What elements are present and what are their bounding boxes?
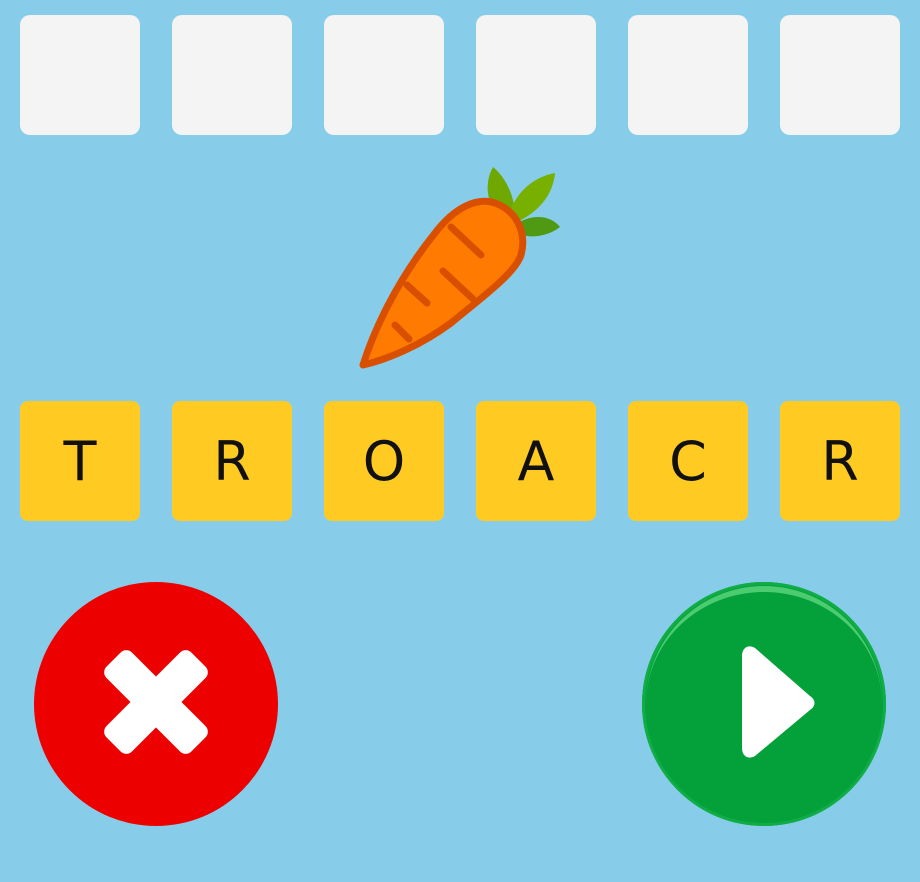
tile-letter: A <box>517 430 555 493</box>
letter-tile[interactable]: R <box>172 401 292 521</box>
letter-tile[interactable]: R <box>780 401 900 521</box>
letter-tile[interactable]: O <box>324 401 444 521</box>
tile-letter: R <box>821 430 859 493</box>
answer-slot[interactable] <box>324 15 444 135</box>
letter-tile[interactable]: C <box>628 401 748 521</box>
tile-letter: C <box>669 430 707 493</box>
answer-slot[interactable] <box>628 15 748 135</box>
letter-tiles: T R O A C R <box>20 401 900 521</box>
letter-tile[interactable]: A <box>476 401 596 521</box>
answer-slot[interactable] <box>780 15 900 135</box>
close-icon <box>34 580 278 828</box>
play-icon <box>642 580 886 828</box>
answer-slots <box>20 15 900 135</box>
clear-button[interactable] <box>34 582 278 826</box>
carrot-icon <box>355 163 570 375</box>
submit-button[interactable] <box>642 582 886 826</box>
answer-slot[interactable] <box>20 15 140 135</box>
tile-letter: O <box>362 430 406 493</box>
letter-tile[interactable]: T <box>20 401 140 521</box>
answer-slot[interactable] <box>172 15 292 135</box>
tile-letter: T <box>63 430 97 493</box>
tile-letter: R <box>213 430 251 493</box>
answer-slot[interactable] <box>476 15 596 135</box>
